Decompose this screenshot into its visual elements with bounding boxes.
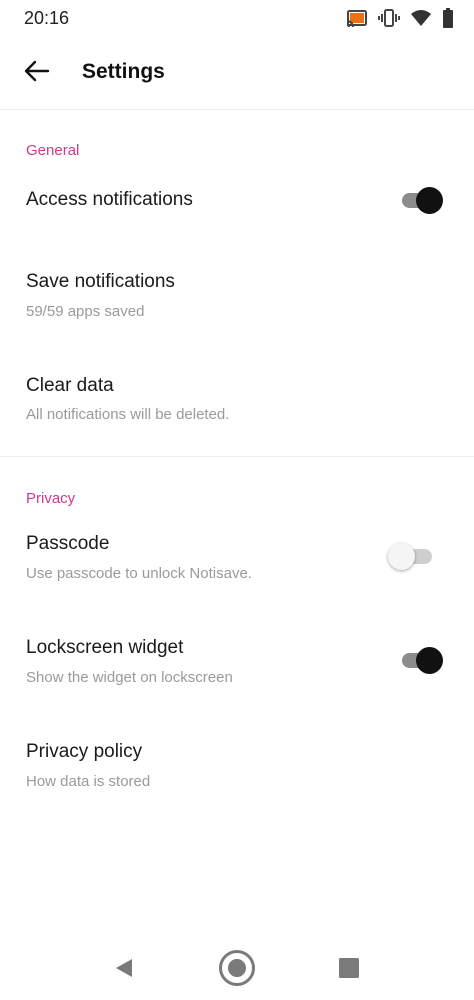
wifi-icon [410, 9, 432, 27]
toggle-thumb [388, 543, 415, 570]
setting-title: Save notifications [26, 271, 175, 292]
nav-recents-icon [339, 957, 359, 983]
toggle-thumb [416, 187, 443, 214]
nav-home-button[interactable] [217, 949, 257, 992]
passcode-toggle[interactable] [388, 542, 436, 570]
vibrate-icon [378, 9, 400, 27]
setting-title: Clear data [26, 375, 114, 396]
setting-subtitle: How data is stored [26, 773, 151, 790]
setting-privacy-policy[interactable]: Privacy policy How data is stored [0, 728, 474, 800]
nav-back-button[interactable] [104, 950, 144, 990]
setting-title: Privacy policy [26, 741, 143, 762]
cast-icon [346, 9, 368, 27]
nav-home-icon [218, 949, 256, 992]
setting-save-notifications[interactable]: Save notifications 59/59 apps saved [0, 258, 474, 328]
setting-title: Passcode [26, 533, 110, 554]
setting-title: Access notifications [26, 189, 193, 210]
setting-subtitle: 59/59 apps saved [26, 303, 145, 320]
status-time: 20:16 [24, 8, 70, 28]
navigation-bar [0, 936, 474, 1000]
setting-passcode[interactable]: Passcode Use passcode to unlock Notisave… [0, 520, 474, 592]
toggle-thumb [416, 647, 443, 674]
section-header-privacy: Privacy [26, 490, 76, 507]
page-title: Settings [82, 60, 165, 83]
section-divider [0, 456, 474, 457]
nav-recents-button[interactable] [329, 950, 369, 990]
setting-clear-data[interactable]: Clear data All notifications will be del… [0, 362, 474, 432]
section-header-general: General [26, 142, 80, 159]
arrow-back-icon [24, 60, 50, 87]
nav-back-icon [113, 957, 135, 984]
status-bar: 20:16 [0, 0, 474, 36]
setting-subtitle: Use passcode to unlock Notisave. [26, 565, 252, 582]
status-icons [346, 6, 454, 30]
setting-subtitle: All notifications will be deleted. [26, 406, 230, 423]
setting-lockscreen-widget[interactable]: Lockscreen widget Show the widget on loc… [0, 624, 474, 696]
setting-access-notifications[interactable]: Access notifications [0, 170, 474, 230]
app-bar: Settings [0, 36, 474, 110]
battery-icon [442, 8, 454, 28]
lockscreen-widget-toggle[interactable] [400, 646, 446, 674]
setting-title: Lockscreen widget [26, 637, 184, 658]
back-button[interactable] [18, 54, 56, 92]
access-notifications-toggle[interactable] [400, 186, 446, 214]
setting-subtitle: Show the widget on lockscreen [26, 669, 233, 686]
